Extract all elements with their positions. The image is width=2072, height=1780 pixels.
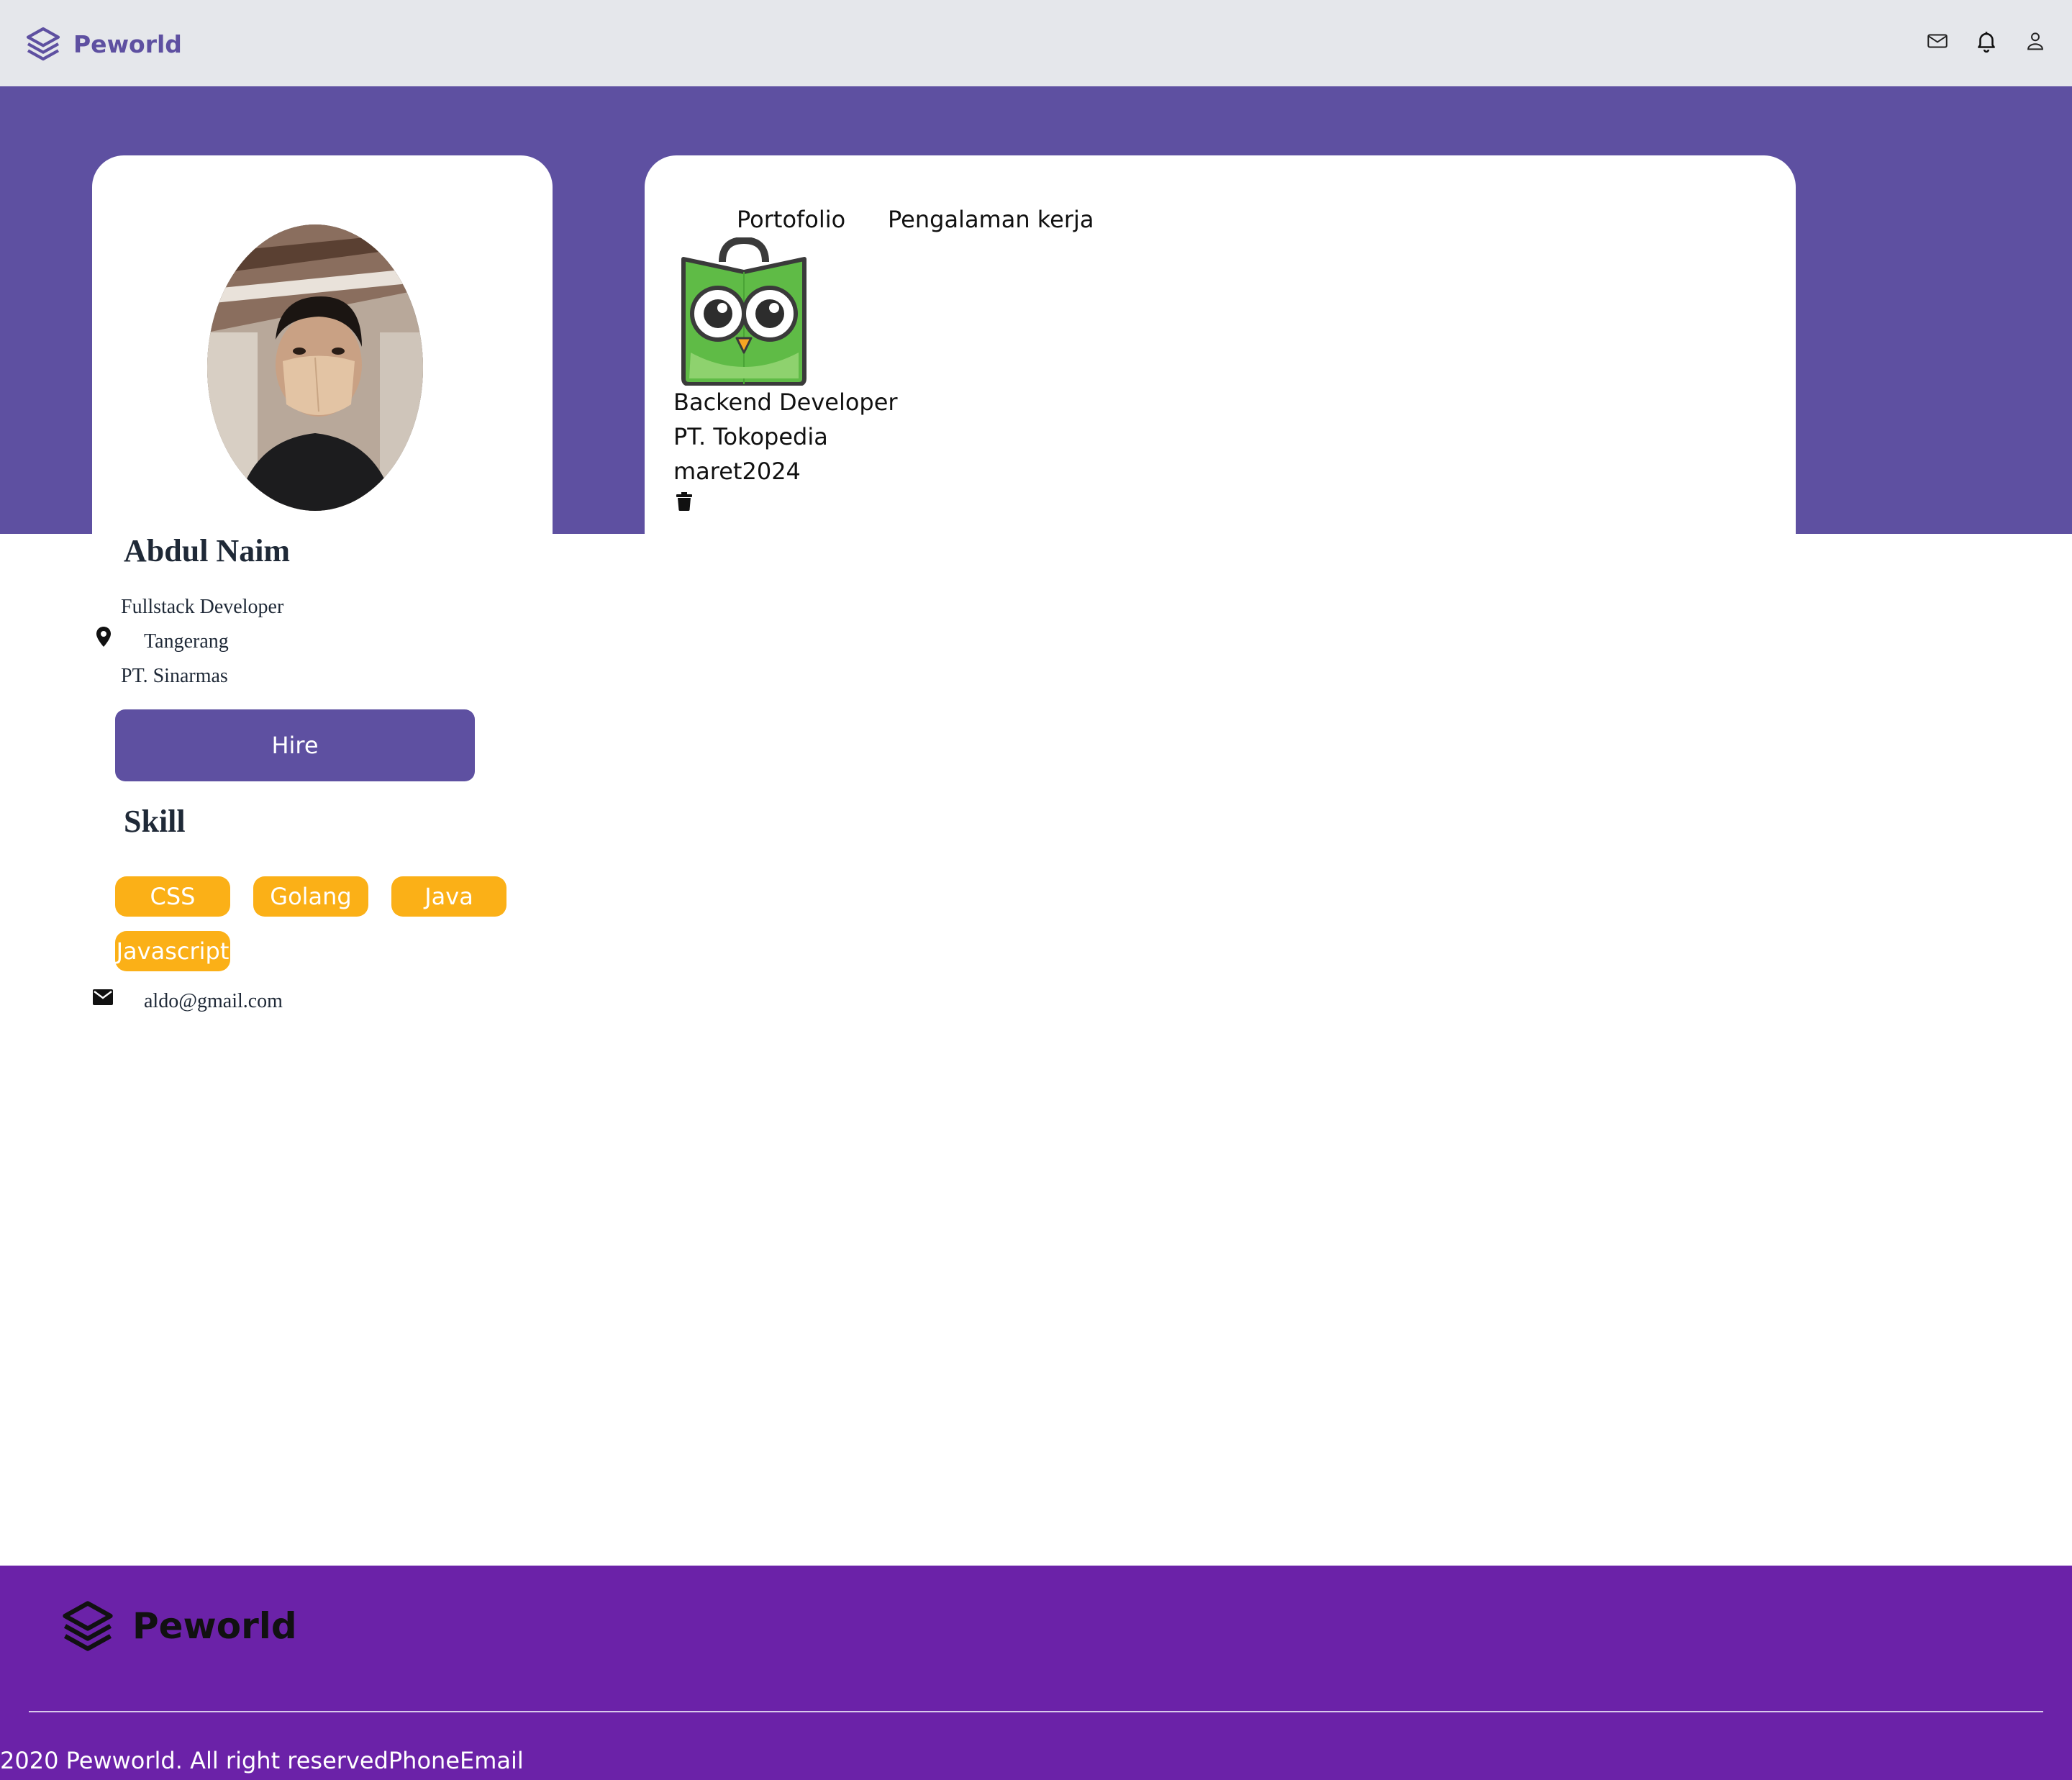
footer-copyright: 2020 Pewworld. All right reserved xyxy=(0,1747,388,1774)
skill-badge-golang: Golang xyxy=(253,876,368,917)
footer-divider xyxy=(29,1711,2043,1712)
profile-email: aldo@gmail.com xyxy=(144,990,283,1012)
navbar-actions xyxy=(1925,29,2048,53)
footer-brand-logo: Peworld xyxy=(58,1596,297,1656)
user-icon[interactable] xyxy=(2023,29,2048,53)
skill-heading: Skill xyxy=(124,804,186,839)
layers-logo-icon xyxy=(26,27,60,61)
footer-email-link[interactable]: Email xyxy=(460,1747,524,1774)
tokopedia-logo-icon xyxy=(681,237,806,386)
skill-badge-java: Java xyxy=(391,876,506,917)
tab-experience[interactable]: Pengalaman kerja xyxy=(888,206,1094,233)
footer-brand-name: Peworld xyxy=(132,1605,297,1647)
profile-avatar xyxy=(207,224,423,511)
brand-logo[interactable]: Peworld xyxy=(23,22,182,66)
profile-location: Tangerang xyxy=(144,630,229,653)
footer-phone-link[interactable]: Phone xyxy=(388,1747,460,1774)
mail-icon[interactable] xyxy=(1925,29,1950,53)
bell-icon[interactable] xyxy=(1974,29,1999,53)
experience-company: PT. Tokopedia xyxy=(673,423,828,450)
brand-name: Peworld xyxy=(73,29,182,58)
experience-position: Backend Developer xyxy=(673,389,898,416)
tab-portfolio[interactable]: Portofolio xyxy=(737,206,845,233)
profile-name: Abdul Naim xyxy=(124,533,291,568)
location-pin-icon xyxy=(96,627,111,647)
trash-icon[interactable] xyxy=(676,492,692,511)
profile-job: Fullstack Developer xyxy=(121,596,284,618)
top-navbar: Peworld xyxy=(0,0,2072,86)
profile-company: PT. Sinarmas xyxy=(121,665,228,687)
hire-button[interactable]: Hire xyxy=(115,709,475,781)
layers-logo-icon xyxy=(63,1601,113,1651)
profile-photo xyxy=(207,224,423,511)
email-icon xyxy=(93,989,113,1005)
skill-badge-javascript: Javascript xyxy=(115,931,230,971)
skill-badge-css: CSS xyxy=(115,876,230,917)
footer-bottom-text: 2020 Pewworld. All right reservedPhoneEm… xyxy=(0,1747,524,1774)
experience-date: maret2024 xyxy=(673,458,801,485)
